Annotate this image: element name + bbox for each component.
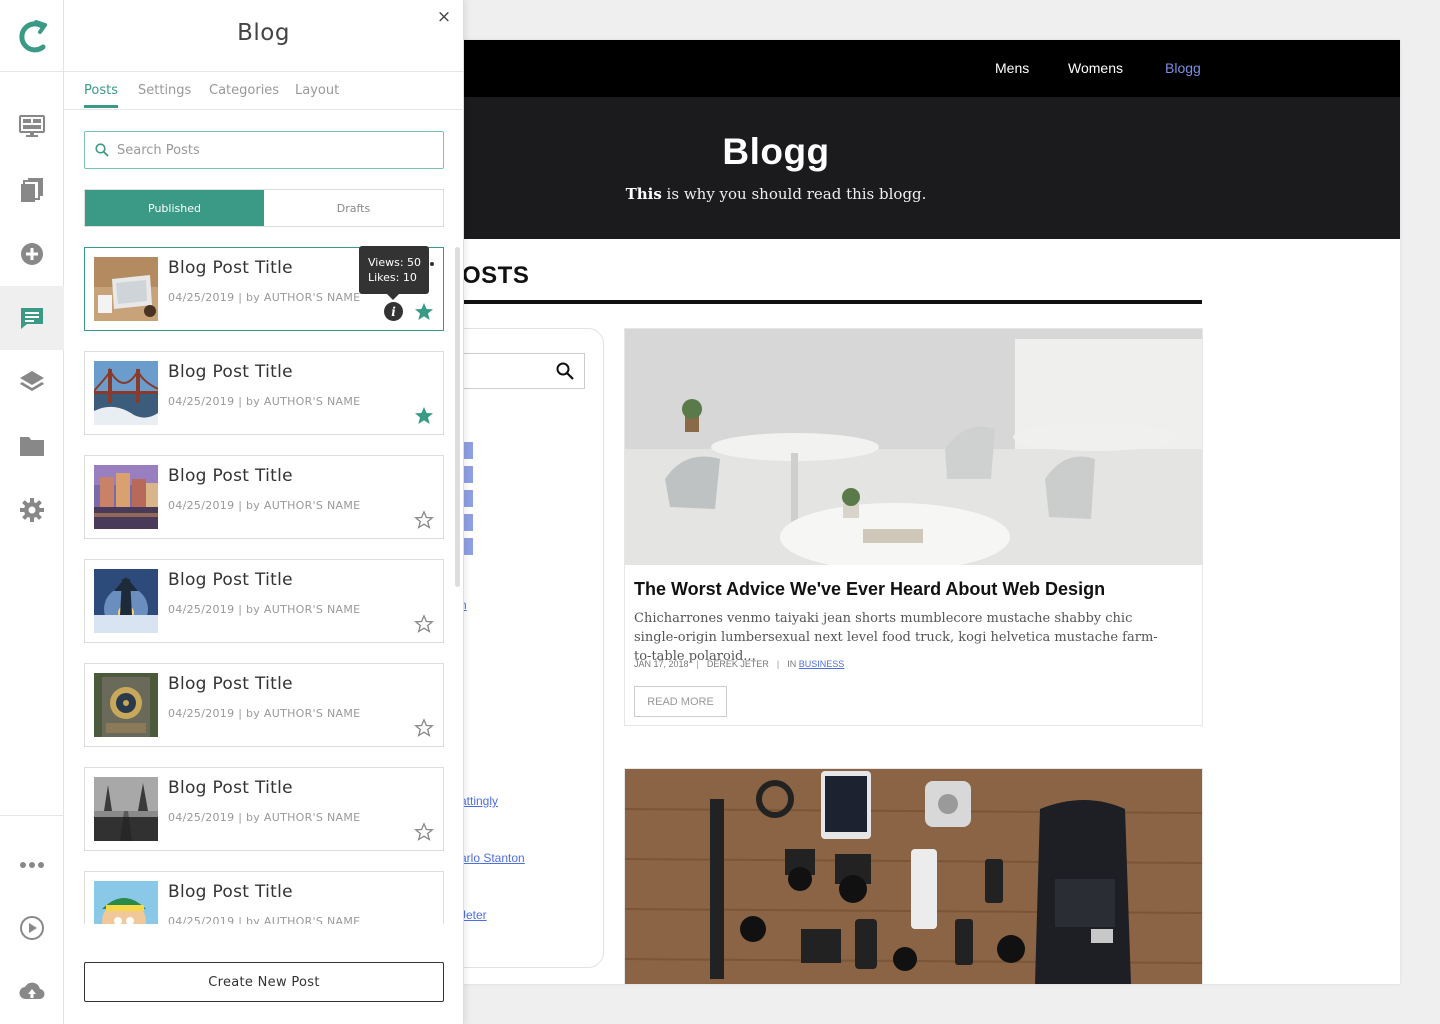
post-meta: 04/25/2019 | by AUTHOR'S NAME [168, 811, 361, 824]
post-card[interactable]: Blog Post Title 04/25/2019 | by AUTHOR'S… [84, 351, 444, 435]
panel-tabs: Posts Settings Categories Layout [64, 72, 464, 110]
article-title[interactable]: The Worst Advice We've Ever Heard About … [634, 579, 1105, 600]
star-outline-icon[interactable] [414, 614, 434, 634]
hero-title: Blogg [722, 131, 830, 172]
post-title: Blog Post Title [168, 362, 293, 382]
site-search-field[interactable] [460, 353, 585, 389]
post-thumbnail [94, 777, 158, 841]
post-thumbnail [94, 673, 158, 737]
post-meta: 04/25/2019 | by AUTHOR'S NAME [168, 499, 361, 512]
article-category-link[interactable]: BUSINESS [799, 659, 845, 669]
post-card[interactable]: Blog Post Title 04/25/2019 | by AUTHOR'S… [84, 559, 444, 643]
close-icon[interactable]: × [433, 6, 455, 28]
posts-heading: OSTS [462, 262, 530, 289]
search-icon[interactable] [556, 362, 574, 380]
article-image[interactable] [625, 329, 1202, 565]
hero-subtitle-bold: This [625, 185, 662, 203]
rail-divider [0, 815, 64, 816]
logo-icon[interactable] [0, 0, 63, 72]
publish-icon[interactable] [0, 960, 64, 1024]
article-meta: JAN 17, 2018 | DEREK JETER | IN BUSINESS [634, 659, 845, 669]
post-thumbnail [94, 361, 158, 425]
post-thumbnail [94, 257, 158, 321]
preview-icon[interactable] [0, 896, 64, 960]
tooltip-likes: Likes: 10 [368, 271, 417, 284]
post-card[interactable]: Blog Post Title 04/25/2019 | by AUTHOR'S… [84, 663, 444, 747]
post-title: Blog Post Title [168, 570, 293, 590]
settings-icon[interactable] [0, 478, 64, 542]
info-icon[interactable]: i [384, 302, 403, 321]
post-meta: 04/25/2019 | by AUTHOR'S NAME [168, 915, 361, 924]
tab-categories[interactable]: Categories [209, 83, 279, 108]
star-outline-icon[interactable] [414, 510, 434, 530]
hero-subtitle: This is why you should read this blogg. [440, 185, 1112, 203]
star-outline-icon[interactable] [414, 822, 434, 842]
post-meta: 04/25/2019 | by AUTHOR'S NAME [168, 707, 361, 720]
post-card[interactable]: Blog Post Title 04/25/2019 | by AUTHOR'S… [84, 871, 444, 924]
drafts-toggle[interactable]: Drafts [264, 190, 443, 226]
post-thumbnail [94, 465, 158, 529]
post-card[interactable]: Blog Post Title 04/25/2019 | by AUTHOR'S… [84, 767, 444, 851]
article-image[interactable] [625, 769, 1202, 984]
post-card[interactable]: Blog Post Title 04/25/2019 | by AUTHOR'S… [84, 455, 444, 539]
article-description: Chicharrones venmo taiyaki jean shorts m… [634, 611, 1158, 664]
panel-header: Blog × [64, 0, 463, 72]
nav-link-blogg[interactable]: Blogg [1165, 60, 1201, 76]
search-icon [95, 143, 109, 157]
site-hero: Blogg This is why you should read this b… [440, 97, 1400, 239]
article-date: JAN 17, 2018 [634, 659, 689, 669]
article-author: DEREK JETER [706, 659, 769, 669]
copy-icon[interactable] [0, 158, 64, 222]
site-preview: Mens Womens Blogg Blogg This is why you … [440, 40, 1400, 984]
add-icon[interactable] [0, 222, 64, 286]
blog-icon[interactable] [0, 286, 64, 350]
nav-link-mens[interactable]: Mens [995, 60, 1029, 76]
publish-filter: Published Drafts [84, 189, 444, 227]
star-outline-icon[interactable] [414, 718, 434, 738]
search-posts-field[interactable] [84, 131, 444, 169]
sidebar-author-link[interactable]: attingly [460, 794, 498, 808]
read-more-button[interactable]: READ MORE [634, 686, 727, 717]
icon-rail [0, 0, 64, 1024]
post-list: Blog Post Title 04/25/2019 | by AUTHOR'S… [84, 247, 454, 924]
post-thumbnail [94, 881, 158, 924]
sidebar-author-link[interactable]: arlo Stanton [460, 851, 525, 865]
more-dot-icon[interactable] [430, 262, 434, 266]
blog-panel: Blog × Posts Settings Categories Layout … [64, 0, 464, 1024]
post-title: Blog Post Title [168, 778, 293, 798]
article-in-label: IN [787, 659, 797, 669]
panel-title: Blog [237, 20, 290, 46]
nav-link-womens[interactable]: Womens [1068, 60, 1123, 76]
published-toggle[interactable]: Published [85, 190, 264, 226]
post-title: Blog Post Title [168, 674, 293, 694]
layers-icon[interactable] [0, 350, 64, 414]
article-card: The Worst Advice We've Ever Heard About … [624, 328, 1203, 726]
post-meta: 04/25/2019 | by AUTHOR'S NAME [168, 395, 361, 408]
search-input[interactable] [117, 142, 417, 158]
tab-layout[interactable]: Layout [295, 83, 339, 108]
more-icon[interactable] [0, 833, 64, 897]
star-filled-icon[interactable] [414, 302, 434, 322]
create-new-post-button[interactable]: Create New Post [84, 962, 444, 1002]
tab-posts[interactable]: Posts [84, 83, 118, 108]
post-meta: 04/25/2019 | by AUTHOR'S NAME [168, 291, 361, 304]
stats-tooltip: Views: 50 Likes: 10 [359, 246, 429, 300]
sidebar-author-link[interactable]: Jeter [460, 908, 487, 922]
post-title: Blog Post Title [168, 882, 293, 902]
article-card [624, 768, 1203, 984]
pages-icon[interactable] [0, 94, 64, 158]
posts-heading-rule [440, 300, 1202, 304]
post-meta: 04/25/2019 | by AUTHOR'S NAME [168, 603, 361, 616]
post-list-scrollbar[interactable] [455, 247, 460, 587]
post-thumbnail [94, 569, 158, 633]
post-title: Blog Post Title [168, 466, 293, 486]
site-sidebar [440, 328, 604, 968]
hero-subtitle-text: is why you should read this blogg. [661, 185, 927, 203]
tab-settings[interactable]: Settings [138, 83, 191, 108]
folder-icon[interactable] [0, 414, 64, 478]
site-nav: Mens Womens Blogg [440, 40, 1400, 97]
post-title: Blog Post Title [168, 258, 293, 278]
star-filled-icon[interactable] [414, 406, 434, 426]
tooltip-views: Views: 50 [368, 256, 422, 269]
